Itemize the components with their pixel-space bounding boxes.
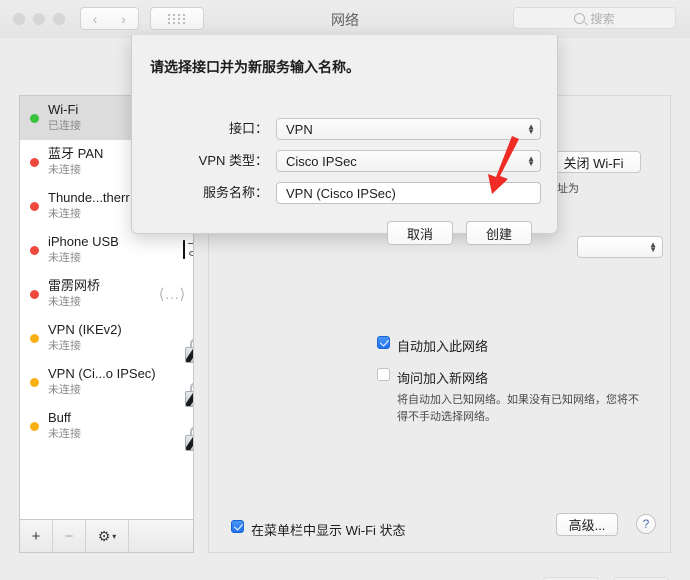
advanced-button[interactable]: 高级... <box>556 513 618 536</box>
create-button[interactable]: 创建 <box>466 221 532 245</box>
service-status: 未连接 <box>48 208 81 221</box>
service-status: 未连接 <box>48 384 81 397</box>
search-input[interactable]: 搜索 <box>513 7 676 29</box>
interface-popup[interactable]: VPN ▲ ▼ <box>276 118 541 140</box>
join-description-text: 将自动加入已知网络。如果没有已知网络，您将不得不手动选择网络。 <box>397 394 639 423</box>
question-mark-icon: ? <box>642 517 650 531</box>
plus-icon: + <box>31 527 41 545</box>
service-status: 未连接 <box>48 296 81 309</box>
chevron-down-icon: ▾ <box>112 531 117 541</box>
new-service-sheet: 请选择接口并为新服务输入名称。 接口： VPN ▲ ▼ VPN 类型： Cisco… <box>131 35 558 245</box>
iphone-icon <box>183 240 185 259</box>
show-wifi-status-checkbox-row[interactable]: 在菜单栏中显示 Wi-Fi 状态 <box>231 520 406 539</box>
service-status: 未连接 <box>48 252 81 265</box>
chevron-updown-icon: ▲ ▼ <box>649 240 657 254</box>
auto-join-checkbox[interactable] <box>377 336 390 349</box>
status-dot <box>30 289 39 299</box>
service-name-field-row: 服务名称： VPN (Cisco IPSec) <box>132 182 557 204</box>
search-placeholder: 搜索 <box>590 11 615 26</box>
vpn-type-value: Cisco IPSec <box>286 154 357 169</box>
service-name: Buff <box>48 410 71 426</box>
show-wifi-status-checkbox[interactable] <box>231 520 244 533</box>
service-name: VPN (Ci...o IPSec) <box>48 366 156 382</box>
service-list-item[interactable]: iPhone USB 未连接 <box>20 228 193 272</box>
service-name: 蓝牙 PAN <box>48 146 104 162</box>
remove-service-button[interactable]: − <box>53 520 86 552</box>
advanced-label: 高级... <box>568 518 606 533</box>
interface-label: 接口： <box>228 121 268 136</box>
add-service-button[interactable]: + <box>20 520 53 552</box>
status-dot <box>30 245 39 255</box>
service-name: Thunde...therr <box>48 190 130 206</box>
service-name-input[interactable]: VPN (Cisco IPSec) <box>276 182 541 204</box>
help-button[interactable]: ? <box>636 514 656 534</box>
gear-icon: ⚙ <box>97 527 111 544</box>
service-status: 已连接 <box>48 120 81 133</box>
service-status: 未连接 <box>48 164 81 177</box>
service-name-value: VPN (Cisco IPSec) <box>286 186 396 201</box>
cancel-label: 取消 <box>406 226 433 242</box>
service-status: 未连接 <box>48 340 81 353</box>
status-dot <box>30 201 39 211</box>
title-bar: ‹ › 网络 搜索 <box>0 0 690 39</box>
ask-join-checkbox[interactable] <box>377 368 390 381</box>
turn-wifi-off-button[interactable]: 关闭 Wi-Fi <box>546 151 641 173</box>
turn-wifi-off-label: 关闭 Wi-Fi <box>563 155 624 171</box>
network-preferences-window: ‹ › 网络 搜索 Wi-Fi 已连接蓝牙 PAN 未连接 Thunde...ther… <box>0 0 690 580</box>
search-icon <box>574 12 586 24</box>
chevron-updown-icon: ▲ ▼ <box>527 154 535 168</box>
status-dot <box>30 421 39 431</box>
interface-field-row: 接口： VPN ▲ ▼ <box>132 118 557 140</box>
thunderbolt-bridge-icon: ⟨…⟩ <box>158 286 186 303</box>
chevron-updown-icon: ▲ ▼ <box>527 122 535 136</box>
service-name: VPN (IKEv2) <box>48 322 122 338</box>
service-name: Wi-Fi <box>48 102 79 118</box>
show-wifi-status-label: 在菜单栏中显示 Wi-Fi 状态 <box>251 523 406 538</box>
service-list-item[interactable]: VPN (Ci...o IPSec) 未连接 <box>20 360 193 407</box>
auto-join-checkbox-row[interactable]: 自动加入此网络 <box>377 336 488 355</box>
cancel-button[interactable]: 取消 <box>387 221 453 245</box>
service-list-item[interactable]: Buff 未连接 <box>20 404 193 451</box>
vpn-type-field-row: VPN 类型： Cisco IPSec ▲ ▼ <box>132 150 557 172</box>
service-name-label: 服务名称： <box>202 185 268 200</box>
status-dot <box>30 113 39 123</box>
service-list-toolbar: + − ⚙ ▾ <box>20 519 193 552</box>
service-status: 未连接 <box>48 428 81 441</box>
interface-value: VPN <box>286 122 313 137</box>
service-name: iPhone USB <box>48 234 119 250</box>
service-list-item[interactable]: VPN (IKEv2) 未连接 <box>20 316 193 363</box>
create-label: 创建 <box>485 226 512 242</box>
vpn-type-popup[interactable]: Cisco IPSec ▲ ▼ <box>276 150 541 172</box>
ask-join-label: 询问加入新网络 <box>397 371 489 386</box>
status-dot <box>30 377 39 387</box>
status-dot <box>30 333 39 343</box>
ask-join-checkbox-row[interactable]: 询问加入新网络 <box>377 368 488 387</box>
sheet-title: 请选择接口并为新服务输入名称。 <box>150 59 360 75</box>
service-list-item[interactable]: 雷雳网桥未连接 ⟨…⟩ <box>20 272 193 316</box>
network-name-popup[interactable]: ▲ ▼ <box>577 236 663 258</box>
minus-icon: − <box>64 527 74 545</box>
service-name: 雷雳网桥 <box>48 278 101 294</box>
auto-join-label: 自动加入此网络 <box>397 339 489 354</box>
vpn-type-label: VPN 类型： <box>198 153 268 168</box>
service-actions-menu-button[interactable]: ⚙ ▾ <box>86 520 129 552</box>
status-dot <box>30 157 39 167</box>
